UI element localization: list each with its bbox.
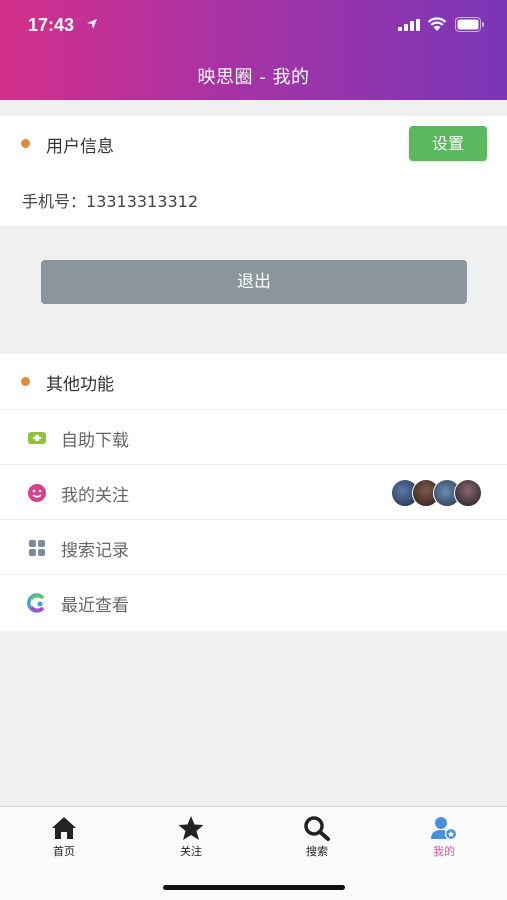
other-functions-header: 其他功能 <box>0 354 507 409</box>
function-label: 我的关注 <box>61 486 129 506</box>
star-icon <box>178 816 204 840</box>
header: 17:43 映思圈 - 我的 <box>0 0 507 100</box>
user-info-title: 用户信息 <box>46 137 114 157</box>
tab-label: 搜索 <box>306 845 328 858</box>
user-info-section: 用户信息 设置 手机号：13313313312 <box>0 116 507 226</box>
page-title: 映思圈 - 我的 <box>197 67 310 88</box>
status-time: 17:43 <box>28 15 75 35</box>
user-icon <box>431 817 458 841</box>
other-functions-title: 其他功能 <box>46 375 114 395</box>
other-functions-section: 其他功能 自助下载 我的关注 搜索记录 最近查看 <box>0 354 507 631</box>
status-bar: 17:43 <box>0 0 507 50</box>
function-item-my-follows[interactable]: 我的关注 <box>0 464 507 519</box>
download-icon <box>28 432 46 444</box>
user-info-header: 用户信息 设置 <box>0 116 507 171</box>
function-item-search-history[interactable]: 搜索记录 <box>0 519 507 574</box>
signal-icon <box>398 19 420 31</box>
tab-home[interactable]: 首页 <box>24 815 104 865</box>
home-icon <box>52 817 76 839</box>
search-icon <box>304 816 330 841</box>
wifi-icon <box>427 17 447 31</box>
tab-label: 我的 <box>433 845 455 858</box>
section-dot-icon <box>21 377 30 386</box>
function-label: 搜索记录 <box>61 541 129 561</box>
smile-icon <box>28 484 46 502</box>
grid-icon <box>29 540 45 556</box>
phone-row: 手机号：13313313312 <box>22 188 198 212</box>
tab-follow[interactable]: 关注 <box>151 815 231 865</box>
colorful-c-icon <box>27 593 45 613</box>
tab-mine[interactable]: 我的 <box>404 815 484 865</box>
battery-icon <box>455 17 484 32</box>
function-label: 最近查看 <box>61 596 129 616</box>
function-label: 自助下载 <box>61 431 129 451</box>
tab-label: 首页 <box>53 845 75 858</box>
location-arrow-icon <box>87 19 97 29</box>
phone-value: 13313313312 <box>86 192 198 211</box>
avatar <box>454 479 482 507</box>
phone-label: 手机号： <box>22 192 87 211</box>
tab-label: 关注 <box>180 845 202 858</box>
function-item-self-download[interactable]: 自助下载 <box>0 409 507 464</box>
tab-search[interactable]: 搜索 <box>277 815 357 865</box>
settings-button[interactable]: 设置 <box>409 126 487 161</box>
function-item-recently-viewed[interactable]: 最近查看 <box>0 574 507 629</box>
followed-avatars <box>391 479 483 507</box>
section-dot-icon <box>21 139 30 148</box>
home-indicator <box>163 885 345 890</box>
logout-button[interactable]: 退出 <box>41 260 467 304</box>
